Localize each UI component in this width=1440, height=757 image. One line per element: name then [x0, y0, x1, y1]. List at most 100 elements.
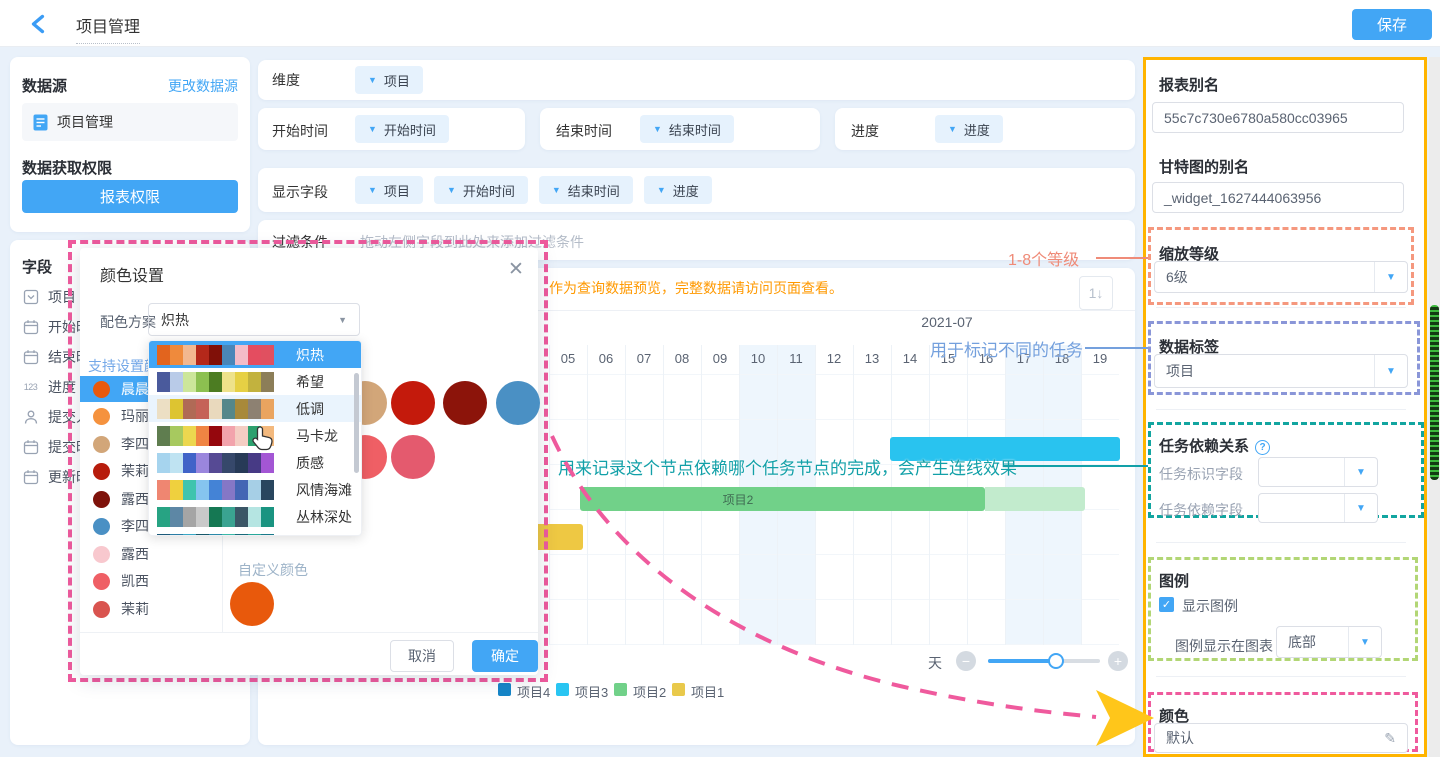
- help-icon[interactable]: ?: [1255, 440, 1270, 455]
- caret-down-icon: ▼: [1344, 458, 1377, 486]
- palette-option-beach[interactable]: 风情海滩: [149, 476, 361, 503]
- task-id-field-label: 任务标识字段: [1159, 464, 1243, 484]
- zoom-slider-handle[interactable]: [1048, 653, 1064, 669]
- series-label: 凯西: [121, 571, 149, 591]
- start-time-tag[interactable]: ▼开始时间: [355, 115, 449, 143]
- sort-icon: 1↓: [1089, 285, 1104, 301]
- gantt-alias-input[interactable]: _widget_1627444063956: [1152, 182, 1404, 213]
- palette-swatch: [170, 345, 183, 365]
- palette-swatch: [157, 480, 170, 500]
- palette-label: 低调: [296, 399, 324, 419]
- field-label: 进度: [48, 377, 76, 397]
- display-fields-row: 显示字段 ▼项目 ▼开始时间 ▼结束时间 ▼进度: [258, 168, 1135, 212]
- note-data-tag: 用于标记不同的任务: [930, 336, 1083, 361]
- show-legend-checkbox[interactable]: ✓: [1159, 597, 1174, 612]
- legend-position-select[interactable]: 底部 ▼: [1276, 626, 1382, 658]
- palette-swatch: [222, 372, 235, 392]
- task-id-field-select[interactable]: ▼: [1258, 457, 1378, 487]
- caret-down-icon: ▼: [1348, 627, 1381, 657]
- display-tag-progress[interactable]: ▼进度: [644, 176, 712, 204]
- back-button[interactable]: [28, 13, 50, 35]
- palette-swatches: [157, 480, 274, 500]
- palette-option-jungle[interactable]: 丛林深处: [149, 503, 361, 530]
- palette-swatch: [235, 345, 248, 365]
- calendar-icon: [22, 349, 39, 366]
- zoom-level-select[interactable]: 6级 ▼: [1154, 261, 1408, 293]
- close-icon[interactable]: ✕: [508, 258, 524, 281]
- custom-color-circle[interactable]: [230, 582, 274, 626]
- modal-title: 颜色设置: [100, 262, 164, 286]
- palette-option-blazing[interactable]: 炽热: [149, 341, 361, 368]
- series-color-dot: [93, 491, 110, 508]
- palette-swatch: [170, 534, 183, 537]
- palette-option-lowkey[interactable]: 低调: [149, 395, 361, 422]
- series-item-8[interactable]: 茉莉: [80, 596, 222, 622]
- legend-section-label: 图例: [1159, 570, 1189, 591]
- palette-option-hope[interactable]: 希望: [149, 368, 361, 395]
- palette-swatch: [209, 480, 222, 500]
- day-label: 05: [549, 351, 587, 366]
- report-alias-input[interactable]: 55c7c730e6780a580cc03965: [1152, 102, 1404, 133]
- series-label: 晨晨: [121, 379, 149, 399]
- palette-swatch: [235, 426, 248, 446]
- tag-label: 开始时间: [463, 181, 515, 200]
- cancel-button[interactable]: 取消: [390, 640, 454, 672]
- edit-pencil-icon[interactable]: ✎: [1384, 730, 1396, 747]
- palette-swatch: [196, 399, 209, 419]
- legend-item[interactable]: 项目1: [691, 682, 724, 701]
- palette-swatches: [157, 507, 274, 527]
- scrollbar-thumb[interactable]: [1430, 305, 1439, 480]
- day-label: 10: [739, 351, 777, 366]
- datasource-item[interactable]: 项目管理: [22, 103, 238, 141]
- palette-swatch: [235, 507, 248, 527]
- time-unit-label: 天: [928, 653, 942, 673]
- tag-label: 开始时间: [384, 120, 436, 139]
- task-dep-field-select[interactable]: ▼: [1258, 493, 1378, 523]
- palette-swatch: [196, 453, 209, 473]
- color-setting-input[interactable]: 默认 ✎: [1154, 723, 1408, 753]
- legend-item[interactable]: 项目2: [633, 682, 666, 701]
- start-time-row: 开始时间 ▼开始时间: [258, 108, 525, 150]
- zoom-in-button[interactable]: +: [1108, 651, 1128, 671]
- legend-item[interactable]: 项目4: [517, 682, 550, 701]
- palette-swatch: [157, 453, 170, 473]
- caret-down-icon: ▼: [552, 185, 561, 195]
- save-button[interactable]: 保存: [1352, 9, 1432, 40]
- palette-swatch: [222, 480, 235, 500]
- divider: [1156, 307, 1406, 308]
- gantt-alias-value: _widget_1627444063956: [1164, 190, 1321, 206]
- note-zoom-levels: 1-8个等级: [1008, 246, 1079, 270]
- series-item-6[interactable]: 露西: [80, 541, 222, 567]
- zoom-slider-fill: [988, 659, 1055, 663]
- palette-swatch: [248, 372, 261, 392]
- dropdown-scrollbar[interactable]: [354, 373, 359, 473]
- palette-swatch: [209, 426, 222, 446]
- sort-order-button[interactable]: 1↓: [1079, 276, 1113, 310]
- palette-swatches: [157, 372, 274, 392]
- tag-label: 项目: [384, 71, 410, 90]
- change-datasource-link[interactable]: 更改数据源: [168, 76, 238, 96]
- palette-swatch: [261, 399, 274, 419]
- scheme-dropdown[interactable]: 炽热 ▼: [148, 303, 360, 336]
- legend-item[interactable]: 项目3: [575, 682, 608, 701]
- report-permission-button[interactable]: 报表权限: [22, 180, 238, 213]
- caret-down-icon: ▼: [1374, 355, 1407, 387]
- data-tag-select[interactable]: 项目 ▼: [1154, 354, 1408, 388]
- palette-preview-circle: [496, 381, 540, 425]
- display-tag-end-time[interactable]: ▼结束时间: [539, 176, 633, 204]
- palette-label: 希望: [296, 372, 324, 392]
- confirm-button[interactable]: 确定: [472, 640, 538, 672]
- progress-tag[interactable]: ▼进度: [935, 115, 1003, 143]
- zoom-out-button[interactable]: −: [956, 651, 976, 671]
- end-time-tag[interactable]: ▼结束时间: [640, 115, 734, 143]
- legend-swatch: [614, 683, 627, 696]
- series-item-7[interactable]: 凯西: [80, 568, 222, 594]
- display-tag-start-time[interactable]: ▼开始时间: [434, 176, 528, 204]
- divider: [1156, 409, 1406, 410]
- note-line: [1003, 465, 1148, 467]
- dimension-tag[interactable]: ▼项目: [355, 66, 423, 94]
- palette-swatch: [261, 372, 274, 392]
- display-tag-project[interactable]: ▼项目: [355, 176, 423, 204]
- number-field-icon: 123: [22, 379, 39, 396]
- palette-option-partial[interactable]: [149, 530, 361, 536]
